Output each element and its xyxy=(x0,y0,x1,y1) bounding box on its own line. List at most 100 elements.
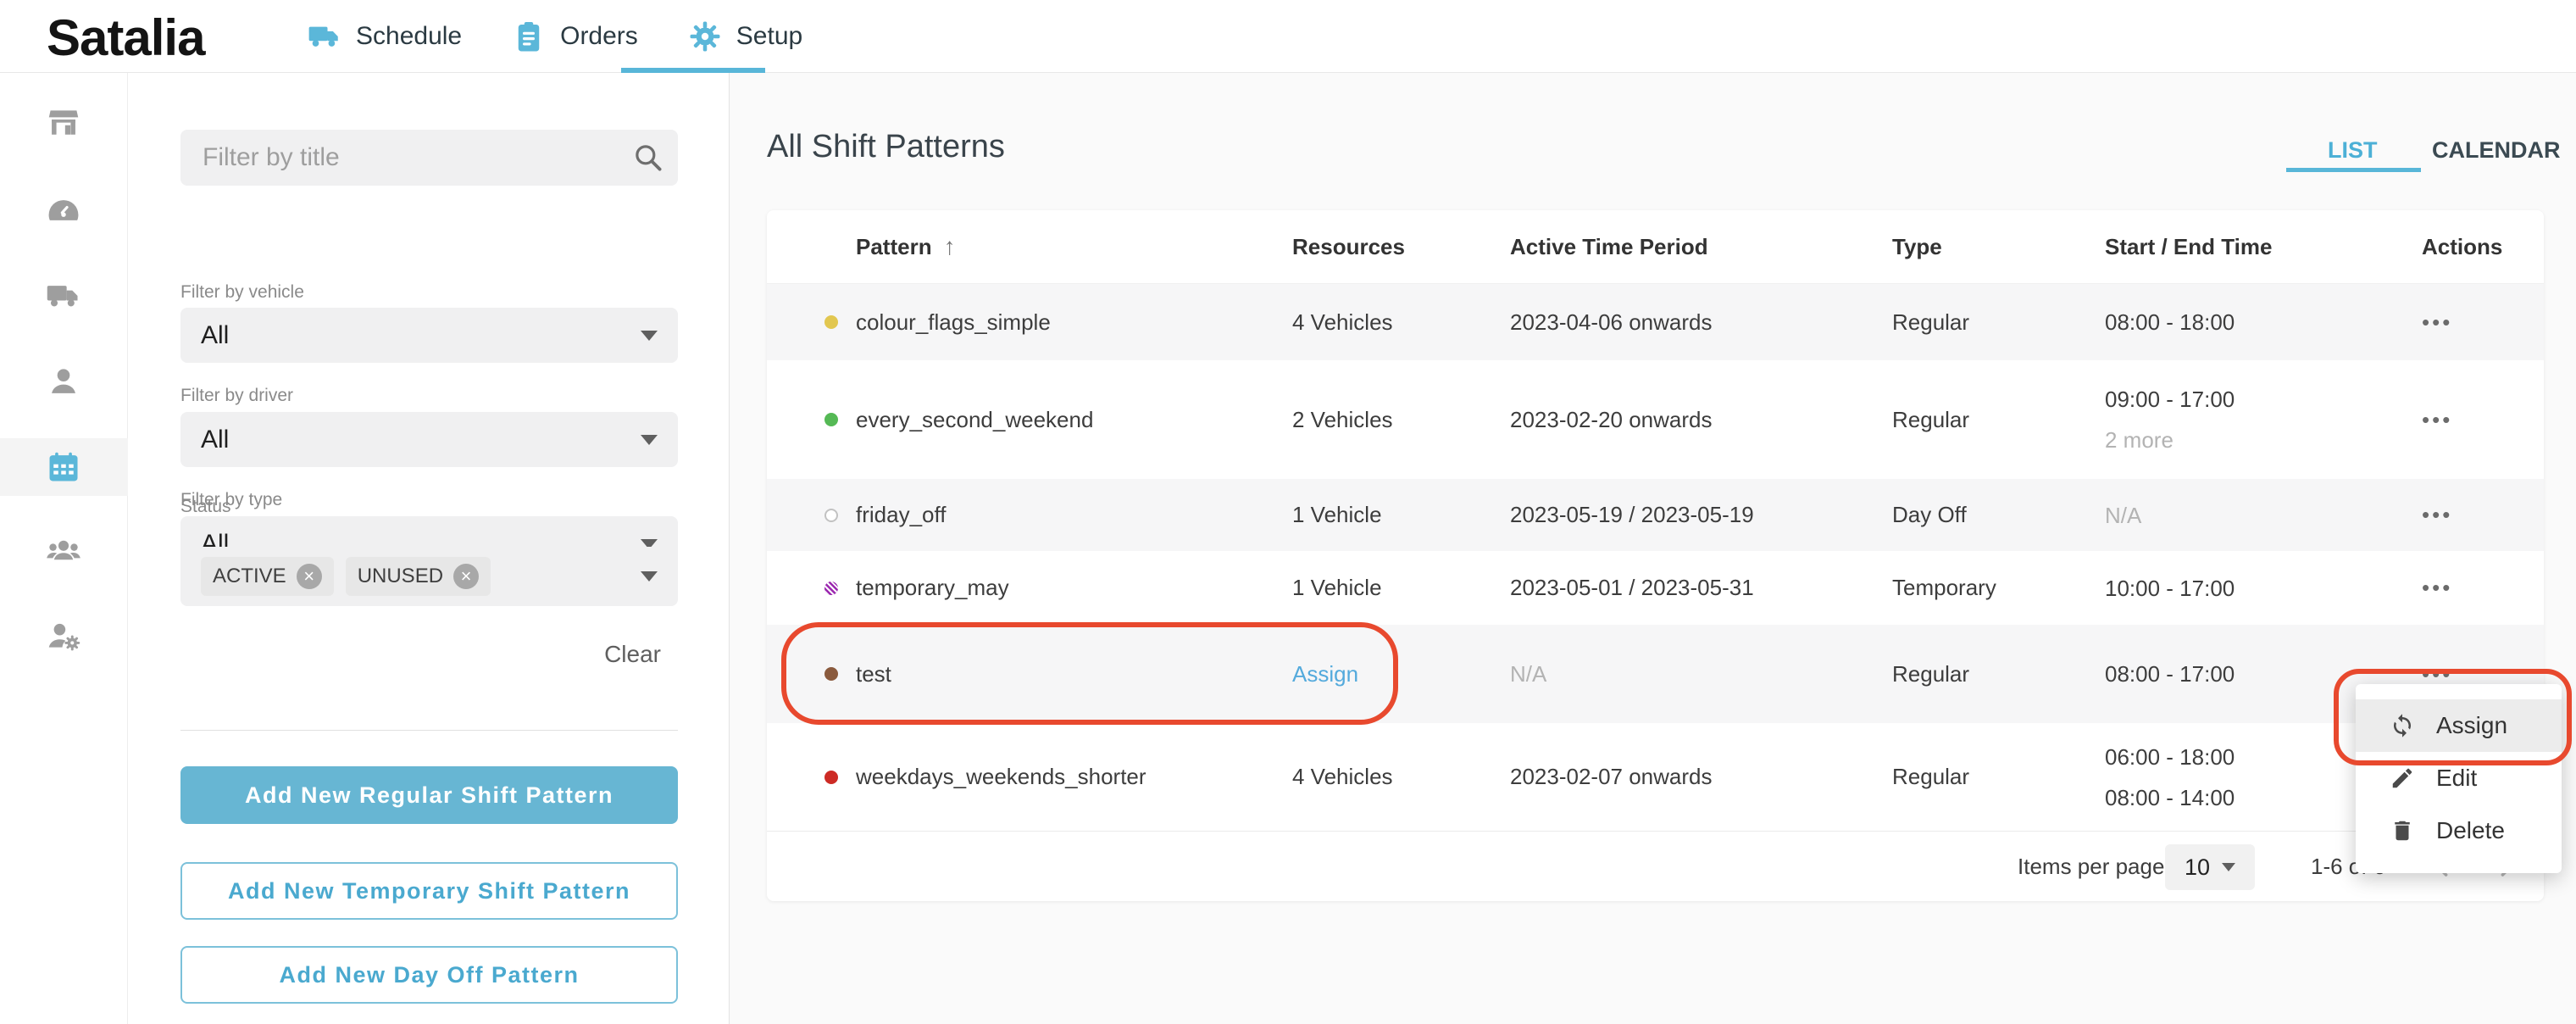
nav-schedule-label: Schedule xyxy=(356,22,462,51)
sidebar-item-dashboard[interactable] xyxy=(45,192,82,229)
column-header-start-end-time: Start / End Time xyxy=(2105,234,2391,260)
active-nav-underline xyxy=(621,68,765,73)
row-actions-more-icon[interactable]: ••• xyxy=(2391,575,2452,601)
active-period-cell: 2023-05-01 / 2023-05-31 xyxy=(1510,575,1892,601)
time-range: N/A xyxy=(2105,498,2391,532)
row-actions-menu: Assign Edit Delete xyxy=(2356,684,2562,873)
type-cell: Temporary xyxy=(1892,575,2105,601)
table-row-test[interactable]: test Assign N/A Regular 08:00 - 17:00 ••… xyxy=(767,625,2544,723)
add-temporary-shift-pattern-button[interactable]: Add New Temporary Shift Pattern xyxy=(180,862,678,920)
menu-item-label: Delete xyxy=(2436,817,2505,844)
page-size-value: 10 xyxy=(2185,854,2210,881)
sidebar-item-drivers[interactable] xyxy=(45,363,82,400)
tab-calendar[interactable]: CALENDAR xyxy=(2432,137,2561,164)
column-header-resources: Resources xyxy=(1292,234,1510,260)
nav-orders[interactable]: Orders xyxy=(511,19,638,54)
filter-vehicle-label: Filter by vehicle xyxy=(180,282,304,303)
row-actions-more-icon[interactable]: ••• xyxy=(2391,502,2452,528)
panel-divider xyxy=(180,730,678,731)
nav-setup[interactable]: Setup xyxy=(687,19,802,54)
type-cell: Regular xyxy=(1892,309,2105,336)
pattern-color-dot xyxy=(824,509,838,522)
resources-cell: 4 Vehicles xyxy=(1292,309,1510,336)
main-content: All Shift Patterns LIST CALENDAR Pattern… xyxy=(730,73,2576,1024)
filter-driver-select[interactable]: All xyxy=(180,412,678,467)
remove-chip-icon[interactable]: × xyxy=(297,564,322,589)
sync-icon xyxy=(2390,713,2415,738)
nav-schedule[interactable]: Schedule xyxy=(307,19,462,54)
pattern-name: temporary_may xyxy=(856,575,1292,601)
type-cell: Regular xyxy=(1892,661,2105,687)
page-size-select[interactable]: 10 xyxy=(2165,844,2255,890)
truck-icon xyxy=(307,19,342,54)
calendar-icon xyxy=(45,448,82,486)
pencil-icon xyxy=(2390,765,2415,791)
clipboard-icon xyxy=(511,19,547,54)
menu-item-label: Assign xyxy=(2436,712,2507,739)
menu-item-delete[interactable]: Delete xyxy=(2356,804,2562,857)
time-range: 08:00 - 14:00 xyxy=(2105,781,2391,815)
sidebar-item-vehicles[interactable] xyxy=(45,277,82,314)
menu-item-label: Edit xyxy=(2436,765,2477,792)
menu-item-edit[interactable]: Edit xyxy=(2356,752,2562,804)
time-range: 10:00 - 17:00 xyxy=(2105,571,2391,605)
table-row[interactable]: every_second_weekend 2 Vehicles 2023-02-… xyxy=(767,360,2544,479)
active-period-cell: 2023-05-19 / 2023-05-19 xyxy=(1510,502,1892,528)
table-row[interactable]: colour_flags_simple 4 Vehicles 2023-04-0… xyxy=(767,284,2544,360)
column-header-pattern[interactable]: Pattern ↑ xyxy=(856,233,1292,260)
sidebar-item-user-settings[interactable] xyxy=(45,617,82,654)
sidebar-item-store[interactable] xyxy=(45,104,82,142)
column-header-type: Type xyxy=(1892,234,2105,260)
page-title: All Shift Patterns xyxy=(767,129,1005,165)
time-range: 06:00 - 18:00 xyxy=(2105,740,2391,774)
nav-orders-label: Orders xyxy=(560,22,638,51)
menu-item-assign[interactable]: Assign xyxy=(2356,699,2562,752)
column-header-actions: Actions xyxy=(2391,234,2544,260)
filter-vehicle-select[interactable]: All xyxy=(180,308,678,363)
chevron-down-icon xyxy=(641,571,658,582)
active-period-cell: 2023-04-06 onwards xyxy=(1510,309,1892,336)
filter-driver-value: All xyxy=(201,426,641,454)
active-tab-underline xyxy=(2286,168,2421,172)
type-cell: Regular xyxy=(1892,764,2105,790)
remove-chip-icon[interactable]: × xyxy=(453,564,479,589)
sort-ascending-icon: ↑ xyxy=(944,233,956,260)
row-actions-more-icon[interactable]: ••• xyxy=(2391,407,2452,433)
filter-by-title-input[interactable] xyxy=(180,130,678,186)
person-gear-icon xyxy=(45,617,82,654)
top-bar: Satalia Schedule Orders Setup xyxy=(0,0,2576,73)
table-row[interactable]: weekdays_weekends_shorter 4 Vehicles 202… xyxy=(767,723,2544,831)
status-multiselect[interactable]: ACTIVE × UNUSED × xyxy=(180,547,678,606)
resources-cell: 2 Vehicles xyxy=(1292,407,1510,433)
more-times-label: 2 more xyxy=(2105,423,2391,457)
add-day-off-pattern-button[interactable]: Add New Day Off Pattern xyxy=(180,946,678,1004)
chevron-down-icon xyxy=(641,331,658,341)
title-filter xyxy=(180,130,678,186)
column-header-active-time-period: Active Time Period xyxy=(1510,234,1892,260)
table-pagination: Items per page 10 1-6 of 6 xyxy=(767,831,2544,901)
time-range: 09:00 - 17:00 xyxy=(2105,382,2391,416)
assign-link[interactable]: Assign xyxy=(1292,661,1358,687)
gear-icon xyxy=(687,19,723,54)
sidebar-item-teams[interactable] xyxy=(45,532,82,570)
status-chip-unused: UNUSED × xyxy=(346,557,491,596)
row-actions-more-icon[interactable]: ••• xyxy=(2391,309,2452,336)
table-row[interactable]: temporary_may 1 Vehicle 2023-05-01 / 202… xyxy=(767,551,2544,625)
driver-icon xyxy=(45,363,82,400)
table-row[interactable]: friday_off 1 Vehicle 2023-05-19 / 2023-0… xyxy=(767,479,2544,551)
pattern-name: test xyxy=(856,661,1292,687)
row-actions-more-icon[interactable]: ••• xyxy=(2391,661,2452,687)
store-icon xyxy=(45,104,82,142)
time-range: 08:00 - 17:00 xyxy=(2105,657,2391,691)
people-group-icon xyxy=(45,532,82,570)
main-nav: Schedule Orders Setup xyxy=(307,0,852,73)
type-cell: Regular xyxy=(1892,407,2105,433)
tab-list[interactable]: LIST xyxy=(2328,137,2378,164)
type-cell: Day Off xyxy=(1892,502,2105,528)
add-regular-shift-pattern-button[interactable]: Add New Regular Shift Pattern xyxy=(180,766,678,824)
clear-filters-button[interactable]: Clear xyxy=(604,641,661,668)
resources-cell: 4 Vehicles xyxy=(1292,764,1510,790)
pattern-color-dot xyxy=(824,413,838,426)
chevron-down-icon xyxy=(2222,863,2235,871)
sidebar-item-shift-patterns[interactable] xyxy=(45,448,82,486)
